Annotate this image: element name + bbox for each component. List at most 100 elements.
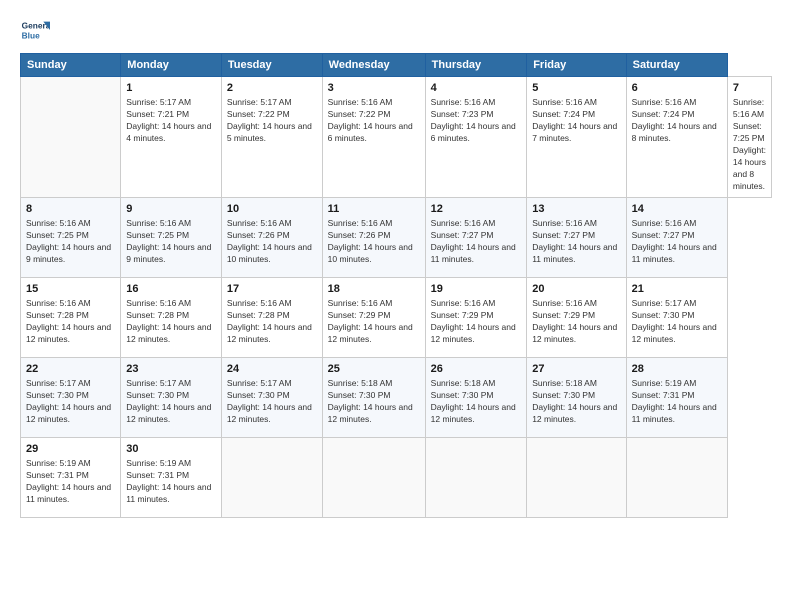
day-cell: 29Sunrise: 5:19 AMSunset: 7:31 PMDayligh… [21, 437, 121, 517]
day-number: 18 [328, 282, 420, 297]
day-cell: 6Sunrise: 5:16 AMSunset: 7:24 PMDaylight… [626, 77, 727, 198]
header-cell-saturday: Saturday [626, 54, 727, 77]
day-info: Sunrise: 5:16 AMSunset: 7:27 PMDaylight:… [532, 218, 620, 266]
day-number: 3 [328, 81, 420, 96]
day-info: Sunrise: 5:19 AMSunset: 7:31 PMDaylight:… [632, 378, 722, 426]
day-info: Sunrise: 5:17 AMSunset: 7:30 PMDaylight:… [126, 378, 216, 426]
week-row-1: 1Sunrise: 5:17 AMSunset: 7:21 PMDaylight… [21, 77, 772, 198]
header-cell-thursday: Thursday [425, 54, 527, 77]
day-info: Sunrise: 5:16 AMSunset: 7:29 PMDaylight:… [328, 298, 420, 346]
day-cell: 16Sunrise: 5:16 AMSunset: 7:28 PMDayligh… [121, 277, 222, 357]
day-cell: 13Sunrise: 5:16 AMSunset: 7:27 PMDayligh… [527, 197, 626, 277]
day-info: Sunrise: 5:17 AMSunset: 7:22 PMDaylight:… [227, 97, 317, 145]
day-info: Sunrise: 5:16 AMSunset: 7:26 PMDaylight:… [227, 218, 317, 266]
day-cell [21, 77, 121, 198]
day-info: Sunrise: 5:18 AMSunset: 7:30 PMDaylight:… [532, 378, 620, 426]
day-info: Sunrise: 5:17 AMSunset: 7:30 PMDaylight:… [632, 298, 722, 346]
day-info: Sunrise: 5:16 AMSunset: 7:29 PMDaylight:… [431, 298, 522, 346]
day-info: Sunrise: 5:16 AMSunset: 7:27 PMDaylight:… [632, 218, 722, 266]
day-cell: 19Sunrise: 5:16 AMSunset: 7:29 PMDayligh… [425, 277, 527, 357]
day-cell: 23Sunrise: 5:17 AMSunset: 7:30 PMDayligh… [121, 357, 222, 437]
day-number: 13 [532, 202, 620, 217]
day-cell: 9Sunrise: 5:16 AMSunset: 7:25 PMDaylight… [121, 197, 222, 277]
day-number: 16 [126, 282, 216, 297]
day-info: Sunrise: 5:16 AMSunset: 7:25 PMDaylight:… [126, 218, 216, 266]
svg-text:Blue: Blue [22, 30, 40, 40]
day-cell: 8Sunrise: 5:16 AMSunset: 7:25 PMDaylight… [21, 197, 121, 277]
day-info: Sunrise: 5:16 AMSunset: 7:24 PMDaylight:… [632, 97, 722, 145]
header-cell-friday: Friday [527, 54, 626, 77]
day-number: 8 [26, 202, 115, 217]
day-number: 30 [126, 442, 216, 457]
day-number: 24 [227, 362, 317, 377]
day-info: Sunrise: 5:18 AMSunset: 7:30 PMDaylight:… [431, 378, 522, 426]
day-number: 29 [26, 442, 115, 457]
day-number: 15 [26, 282, 115, 297]
header-cell-wednesday: Wednesday [322, 54, 425, 77]
day-number: 19 [431, 282, 522, 297]
day-cell: 28Sunrise: 5:19 AMSunset: 7:31 PMDayligh… [626, 357, 727, 437]
header: General Blue [20, 15, 772, 45]
day-cell: 12Sunrise: 5:16 AMSunset: 7:27 PMDayligh… [425, 197, 527, 277]
week-row-2: 8Sunrise: 5:16 AMSunset: 7:25 PMDaylight… [21, 197, 772, 277]
day-info: Sunrise: 5:16 AMSunset: 7:25 PMDaylight:… [26, 218, 115, 266]
day-cell: 25Sunrise: 5:18 AMSunset: 7:30 PMDayligh… [322, 357, 425, 437]
day-info: Sunrise: 5:19 AMSunset: 7:31 PMDaylight:… [26, 458, 115, 506]
day-info: Sunrise: 5:16 AMSunset: 7:23 PMDaylight:… [431, 97, 522, 145]
day-number: 14 [632, 202, 722, 217]
day-cell: 3Sunrise: 5:16 AMSunset: 7:22 PMDaylight… [322, 77, 425, 198]
day-cell: 2Sunrise: 5:17 AMSunset: 7:22 PMDaylight… [221, 77, 322, 198]
day-cell: 24Sunrise: 5:17 AMSunset: 7:30 PMDayligh… [221, 357, 322, 437]
logo-icon: General Blue [20, 15, 50, 45]
day-cell [322, 437, 425, 517]
day-number: 7 [733, 81, 766, 96]
day-cell: 21Sunrise: 5:17 AMSunset: 7:30 PMDayligh… [626, 277, 727, 357]
day-number: 20 [532, 282, 620, 297]
day-number: 10 [227, 202, 317, 217]
day-number: 27 [532, 362, 620, 377]
day-cell [626, 437, 727, 517]
day-cell: 11Sunrise: 5:16 AMSunset: 7:26 PMDayligh… [322, 197, 425, 277]
day-info: Sunrise: 5:16 AMSunset: 7:24 PMDaylight:… [532, 97, 620, 145]
day-number: 5 [532, 81, 620, 96]
day-cell [221, 437, 322, 517]
day-number: 1 [126, 81, 216, 96]
day-number: 9 [126, 202, 216, 217]
day-number: 28 [632, 362, 722, 377]
day-number: 22 [26, 362, 115, 377]
day-number: 12 [431, 202, 522, 217]
day-cell: 1Sunrise: 5:17 AMSunset: 7:21 PMDaylight… [121, 77, 222, 198]
calendar-table: SundayMondayTuesdayWednesdayThursdayFrid… [20, 53, 772, 518]
day-number: 21 [632, 282, 722, 297]
day-info: Sunrise: 5:19 AMSunset: 7:31 PMDaylight:… [126, 458, 216, 506]
day-cell: 22Sunrise: 5:17 AMSunset: 7:30 PMDayligh… [21, 357, 121, 437]
day-cell: 15Sunrise: 5:16 AMSunset: 7:28 PMDayligh… [21, 277, 121, 357]
day-info: Sunrise: 5:16 AMSunset: 7:28 PMDaylight:… [26, 298, 115, 346]
day-number: 11 [328, 202, 420, 217]
week-row-4: 22 Sunrise: 5:17 AMSunset: 7:30 PMDayligh… [21, 357, 772, 437]
day-cell: 4Sunrise: 5:16 AMSunset: 7:23 PMDaylight… [425, 77, 527, 198]
day-info: Sunrise: 5:16 AMSunset: 7:26 PMDaylight:… [328, 218, 420, 266]
day-cell [527, 437, 626, 517]
day-info: Sunrise: 5:16 AMSunset: 7:22 PMDaylight:… [328, 97, 420, 145]
day-cell: 5Sunrise: 5:16 AMSunset: 7:24 PMDaylight… [527, 77, 626, 198]
day-number: 25 [328, 362, 420, 377]
day-cell: 18Sunrise: 5:16 AMSunset: 7:29 PMDayligh… [322, 277, 425, 357]
day-info: Sunrise: 5:16 AMSunset: 7:28 PMDaylight:… [126, 298, 216, 346]
day-cell: 27Sunrise: 5:18 AMSunset: 7:30 PMDayligh… [527, 357, 626, 437]
calendar-body: 1Sunrise: 5:17 AMSunset: 7:21 PMDaylight… [21, 77, 772, 518]
day-info: Sunrise: 5:16 AMSunset: 7:25 PMDaylight:… [733, 97, 766, 192]
day-info: Sunrise: 5:17 AMSunset: 7:21 PMDaylight:… [126, 97, 216, 145]
day-info: Sunrise: 5:16 AMSunset: 7:27 PMDaylight:… [431, 218, 522, 266]
day-info: Sunrise: 5:16 AMSunset: 7:29 PMDaylight:… [532, 298, 620, 346]
week-row-5: 29Sunrise: 5:19 AMSunset: 7:31 PMDayligh… [21, 437, 772, 517]
day-number: 2 [227, 81, 317, 96]
calendar-header: SundayMondayTuesdayWednesdayThursdayFrid… [21, 54, 772, 77]
day-cell: 10Sunrise: 5:16 AMSunset: 7:26 PMDayligh… [221, 197, 322, 277]
header-cell-monday: Monday [121, 54, 222, 77]
day-cell: 17Sunrise: 5:16 AMSunset: 7:28 PMDayligh… [221, 277, 322, 357]
day-cell: 26Sunrise: 5:18 AMSunset: 7:30 PMDayligh… [425, 357, 527, 437]
day-cell: 7Sunrise: 5:16 AMSunset: 7:25 PMDaylight… [727, 77, 771, 198]
day-info: Sunrise: 5:18 AMSunset: 7:30 PMDaylight:… [328, 378, 420, 426]
header-row: SundayMondayTuesdayWednesdayThursdayFrid… [21, 54, 772, 77]
